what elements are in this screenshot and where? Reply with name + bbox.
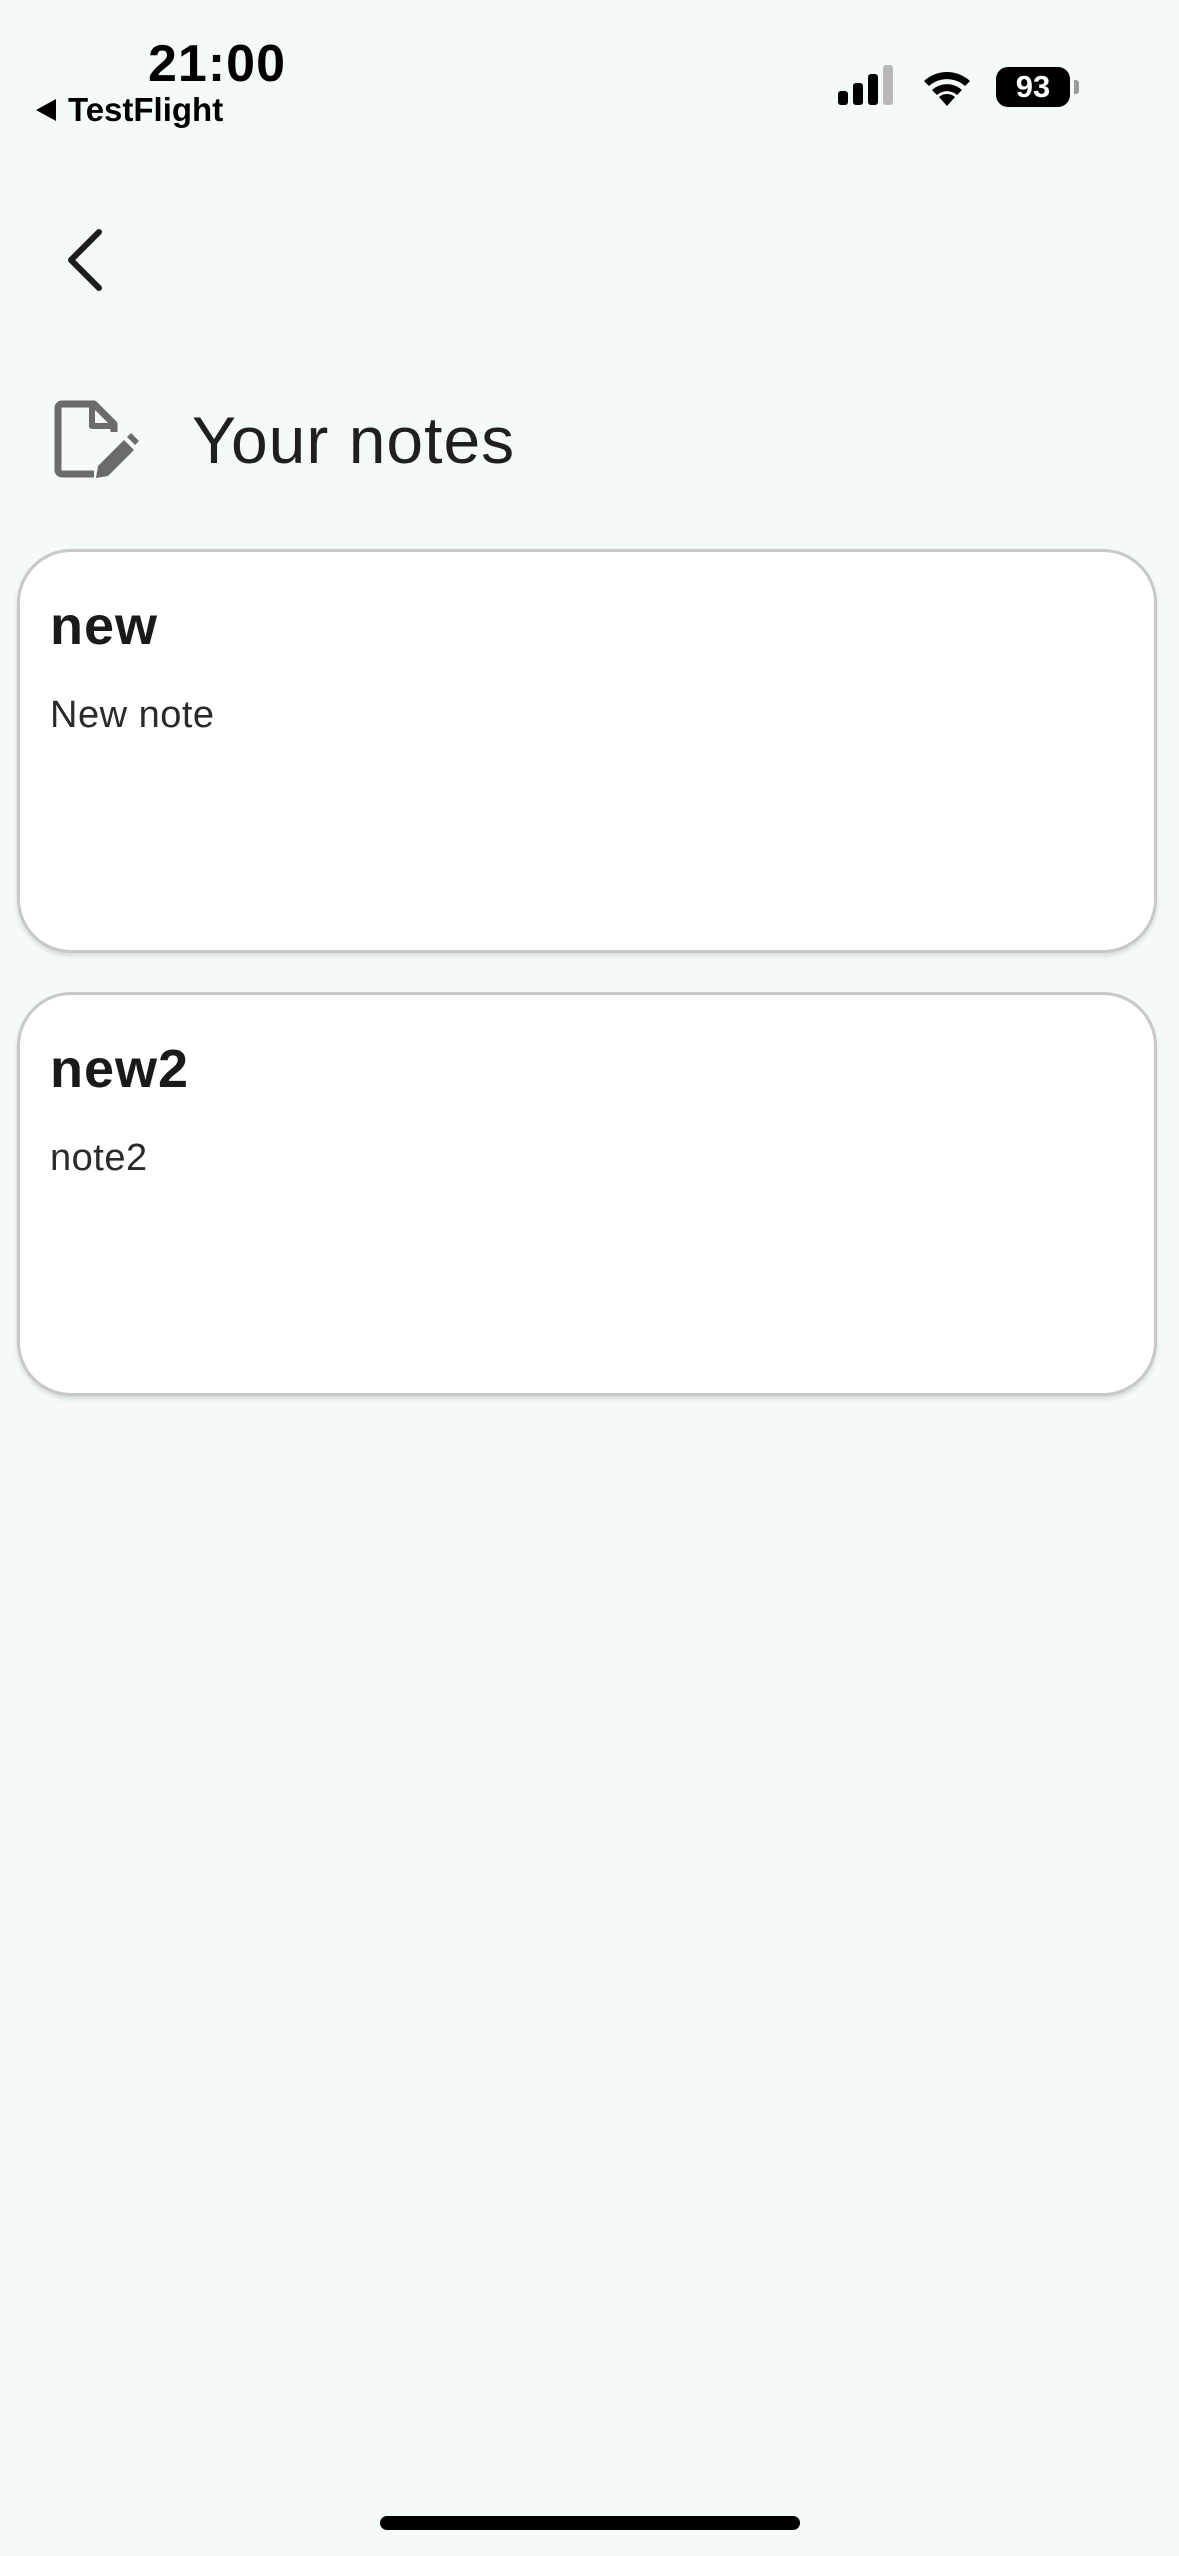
note-body: note2 xyxy=(50,1137,148,1179)
note-title: new xyxy=(50,596,159,656)
note-edit-icon xyxy=(52,395,142,485)
battery-icon: 93 xyxy=(996,67,1079,107)
battery-level: 93 xyxy=(996,67,1070,107)
cellular-signal-icon xyxy=(838,64,898,110)
back-triangle-icon xyxy=(36,99,56,121)
note-card[interactable]: new2 note2 xyxy=(17,992,1157,1396)
wifi-icon xyxy=(920,64,974,111)
chevron-left-icon xyxy=(68,229,102,291)
status-indicators: 93 xyxy=(838,62,1079,112)
status-time: 21:00 xyxy=(148,35,286,93)
status-back-app-label: TestFlight xyxy=(68,91,224,128)
battery-nub xyxy=(1074,80,1079,94)
note-body: New note xyxy=(50,694,215,736)
note-card[interactable]: new New note xyxy=(17,549,1157,953)
page-header: Your notes xyxy=(52,395,514,485)
status-back-to-app[interactable]: TestFlight xyxy=(36,90,223,130)
home-indicator[interactable] xyxy=(380,2516,800,2530)
note-title: new2 xyxy=(50,1039,190,1099)
page-title: Your notes xyxy=(192,403,516,477)
back-button[interactable] xyxy=(50,220,120,300)
